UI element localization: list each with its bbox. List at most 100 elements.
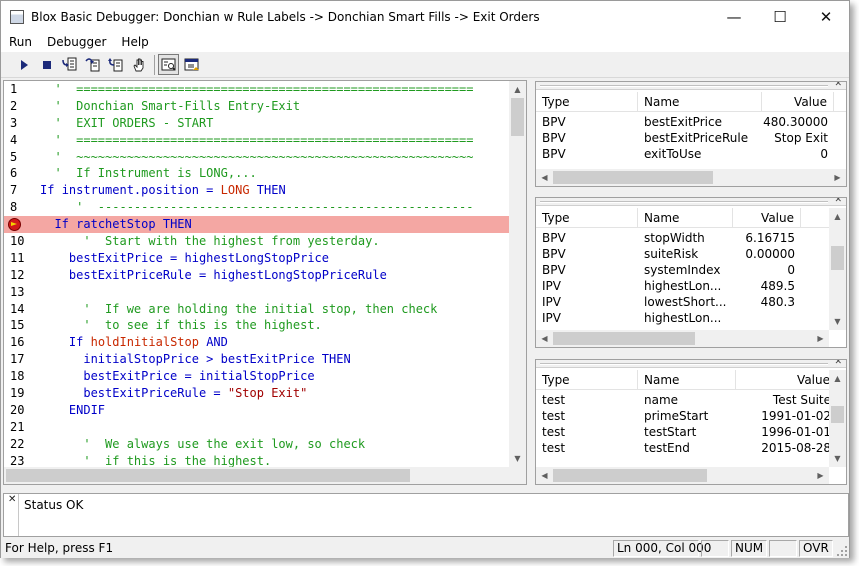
code-line[interactable]: 6 ' If Instrument is LONG,... bbox=[4, 165, 510, 182]
editor-vertical-scroll-thumb[interactable] bbox=[511, 98, 524, 136]
column-type[interactable]: Type bbox=[536, 370, 638, 390]
code-line[interactable]: 4 ' ====================================… bbox=[4, 132, 510, 149]
code-line[interactable]: 23 ' if this is the highest. bbox=[4, 453, 510, 467]
editor-vertical-scrollbar[interactable]: ▲ ▼ bbox=[509, 81, 526, 467]
menu-help[interactable]: Help bbox=[113, 32, 155, 52]
variable-row[interactable]: test primeStart 1991-01-02 bbox=[536, 408, 831, 424]
menu-run[interactable]: Run bbox=[1, 32, 39, 52]
scroll-down-arrow[interactable]: ▼ bbox=[509, 450, 526, 467]
code-line[interactable]: 19 bestExitPriceRule = "Stop Exit" bbox=[4, 385, 510, 402]
code-line[interactable]: 22 ' We always use the exit low, so chec… bbox=[4, 436, 510, 453]
code-line[interactable]: 20 ENDIF bbox=[4, 402, 510, 419]
pane-horizontal-scrollbar[interactable]: ◀ ▶ bbox=[536, 169, 846, 186]
code-line[interactable]: 16 If holdInitialStop AND bbox=[4, 334, 510, 351]
code-line[interactable]: 11 bestExitPrice = highestLongStopPrice bbox=[4, 250, 510, 267]
scroll-right-arrow[interactable]: ▶ bbox=[829, 169, 846, 186]
column-name[interactable]: Name bbox=[638, 208, 733, 228]
code-line[interactable]: 15 ' to see if this is the highest. bbox=[4, 317, 510, 334]
step-into-button[interactable] bbox=[59, 54, 80, 75]
minimize-button[interactable]: — bbox=[711, 1, 757, 32]
pane-vertical-scroll-thumb[interactable] bbox=[831, 246, 844, 270]
code-line[interactable]: 8 ' ------------------------------------… bbox=[4, 199, 510, 216]
column-name[interactable]: Name bbox=[638, 92, 762, 112]
status-pane-close-icon[interactable]: ✕ bbox=[8, 494, 16, 505]
scroll-up-arrow[interactable]: ▲ bbox=[829, 208, 846, 225]
variable-type: BPV bbox=[542, 147, 566, 161]
variable-row[interactable]: IPV highestLon... bbox=[536, 310, 831, 326]
variable-row[interactable]: BPV stopWidth 6.16715 bbox=[536, 230, 831, 246]
pane-close-icon[interactable]: ✕ bbox=[834, 198, 842, 205]
pane-grip[interactable]: ✕ bbox=[536, 360, 846, 368]
pane-horizontal-scrollbar[interactable]: ◀ ▶ bbox=[536, 330, 829, 347]
stop-button[interactable] bbox=[36, 54, 57, 75]
code-line[interactable]: 21 bbox=[4, 419, 510, 436]
variable-row[interactable]: test name Test Suite bbox=[536, 392, 831, 408]
code-line[interactable]: 12 bestExitPriceRule = highestLongStopPr… bbox=[4, 267, 510, 284]
variable-row[interactable]: IPV highestLon... 489.5 bbox=[536, 278, 831, 294]
code-line[interactable]: 5 ' ~~~~~~~~~~~~~~~~~~~~~~~~~~~~~~~~~~~~… bbox=[4, 149, 510, 166]
pane-vertical-scroll-thumb[interactable] bbox=[831, 406, 844, 423]
hand-button[interactable] bbox=[128, 54, 149, 75]
status-ovr-indicator: OVR bbox=[799, 540, 833, 557]
scroll-down-arrow[interactable]: ▼ bbox=[829, 313, 846, 330]
pane-vertical-scrollbar[interactable]: ▲ ▼ bbox=[829, 208, 846, 330]
pane-horizontal-scrollbar[interactable]: ◀ ▶ bbox=[536, 467, 829, 484]
code-line[interactable]: 17 initialStopPrice > bestExitPrice THEN bbox=[4, 351, 510, 368]
watch-button[interactable] bbox=[158, 54, 179, 75]
scroll-left-arrow[interactable]: ◀ bbox=[536, 330, 553, 347]
pane-vertical-scrollbar[interactable]: ▲ ▼ bbox=[829, 370, 846, 467]
code-line[interactable]: 1 ' ====================================… bbox=[4, 81, 510, 98]
code-line[interactable]: 2 ' Donchian Smart-Fills Entry-Exit bbox=[4, 98, 510, 115]
pane-horizontal-scroll-thumb[interactable] bbox=[553, 469, 707, 482]
code-line[interactable]: 13 bbox=[4, 284, 510, 301]
code-line[interactable]: 3 ' EXIT ORDERS - START bbox=[4, 115, 510, 132]
maximize-button[interactable]: ☐ bbox=[757, 1, 803, 32]
scroll-right-arrow[interactable]: ▶ bbox=[812, 330, 829, 347]
variable-row[interactable]: BPV bestExitPriceRule Stop Exit bbox=[536, 130, 831, 146]
column-type[interactable]: Type bbox=[536, 208, 638, 228]
scroll-down-arrow[interactable]: ▼ bbox=[829, 450, 846, 467]
close-button[interactable]: ✕ bbox=[803, 1, 849, 32]
column-name[interactable]: Name bbox=[638, 370, 736, 390]
pane-horizontal-scroll-thumb[interactable] bbox=[553, 332, 695, 345]
variable-row[interactable]: IPV lowestShort... 480.3 bbox=[536, 294, 831, 310]
editor-horizontal-scrollbar[interactable] bbox=[4, 467, 526, 484]
pane-close-icon[interactable]: ✕ bbox=[834, 82, 842, 89]
status-pane-grip[interactable] bbox=[18, 494, 19, 536]
scroll-left-arrow[interactable]: ◀ bbox=[536, 467, 553, 484]
resize-grip-icon[interactable] bbox=[836, 545, 848, 557]
scroll-up-arrow[interactable]: ▲ bbox=[829, 370, 846, 387]
variable-row[interactable]: BPV suiteRisk 0.00000 bbox=[536, 246, 831, 262]
column-value[interactable]: Value bbox=[733, 208, 801, 228]
menu-debugger[interactable]: Debugger bbox=[39, 32, 113, 52]
scroll-up-arrow[interactable]: ▲ bbox=[509, 81, 526, 98]
column-value[interactable]: Value bbox=[762, 92, 834, 112]
editor-horizontal-scroll-thumb[interactable] bbox=[6, 469, 410, 482]
variable-row[interactable]: BPV systemIndex 0 bbox=[536, 262, 831, 278]
current-line-breakpoint-icon[interactable] bbox=[8, 218, 21, 232]
pane-grip[interactable]: ✕ bbox=[536, 198, 846, 206]
step-out-button[interactable] bbox=[105, 54, 126, 75]
scroll-left-arrow[interactable]: ◀ bbox=[536, 169, 553, 186]
column-value[interactable]: Value bbox=[736, 370, 831, 390]
code-area[interactable]: 1 ' ====================================… bbox=[4, 81, 510, 467]
variable-row[interactable]: BPV bestExitPrice 480.30000 bbox=[536, 114, 831, 130]
code-line[interactable]: 18 bestExitPrice = initialStopPrice bbox=[4, 368, 510, 385]
step-over-button[interactable] bbox=[82, 54, 103, 75]
column-type[interactable]: Type bbox=[536, 92, 638, 112]
code-editor[interactable]: 1 ' ====================================… bbox=[3, 80, 527, 485]
pane-grip[interactable]: ✕ bbox=[536, 82, 846, 90]
scroll-right-arrow[interactable]: ▶ bbox=[812, 467, 829, 484]
code-line[interactable]: 10 ' Start with the highest from yesterd… bbox=[4, 233, 510, 250]
run-button[interactable] bbox=[13, 54, 34, 75]
pane-horizontal-scroll-thumb[interactable] bbox=[553, 171, 713, 184]
variable-row[interactable]: test testStart 1996-01-01 bbox=[536, 424, 831, 440]
code-line[interactable]: If ratchetStop THEN bbox=[4, 216, 510, 234]
line-code: ENDIF bbox=[68, 402, 106, 417]
variable-row[interactable]: test testEnd 2015-08-28 bbox=[536, 440, 831, 456]
code-line[interactable]: 7 If instrument.position = LONG THEN bbox=[4, 182, 510, 199]
variable-row[interactable]: BPV exitToUse 0 bbox=[536, 146, 831, 162]
pane-close-icon[interactable]: ✕ bbox=[834, 360, 842, 367]
watch-window-button[interactable] bbox=[181, 54, 202, 75]
code-line[interactable]: 14 ' If we are holding the initial stop,… bbox=[4, 301, 510, 318]
